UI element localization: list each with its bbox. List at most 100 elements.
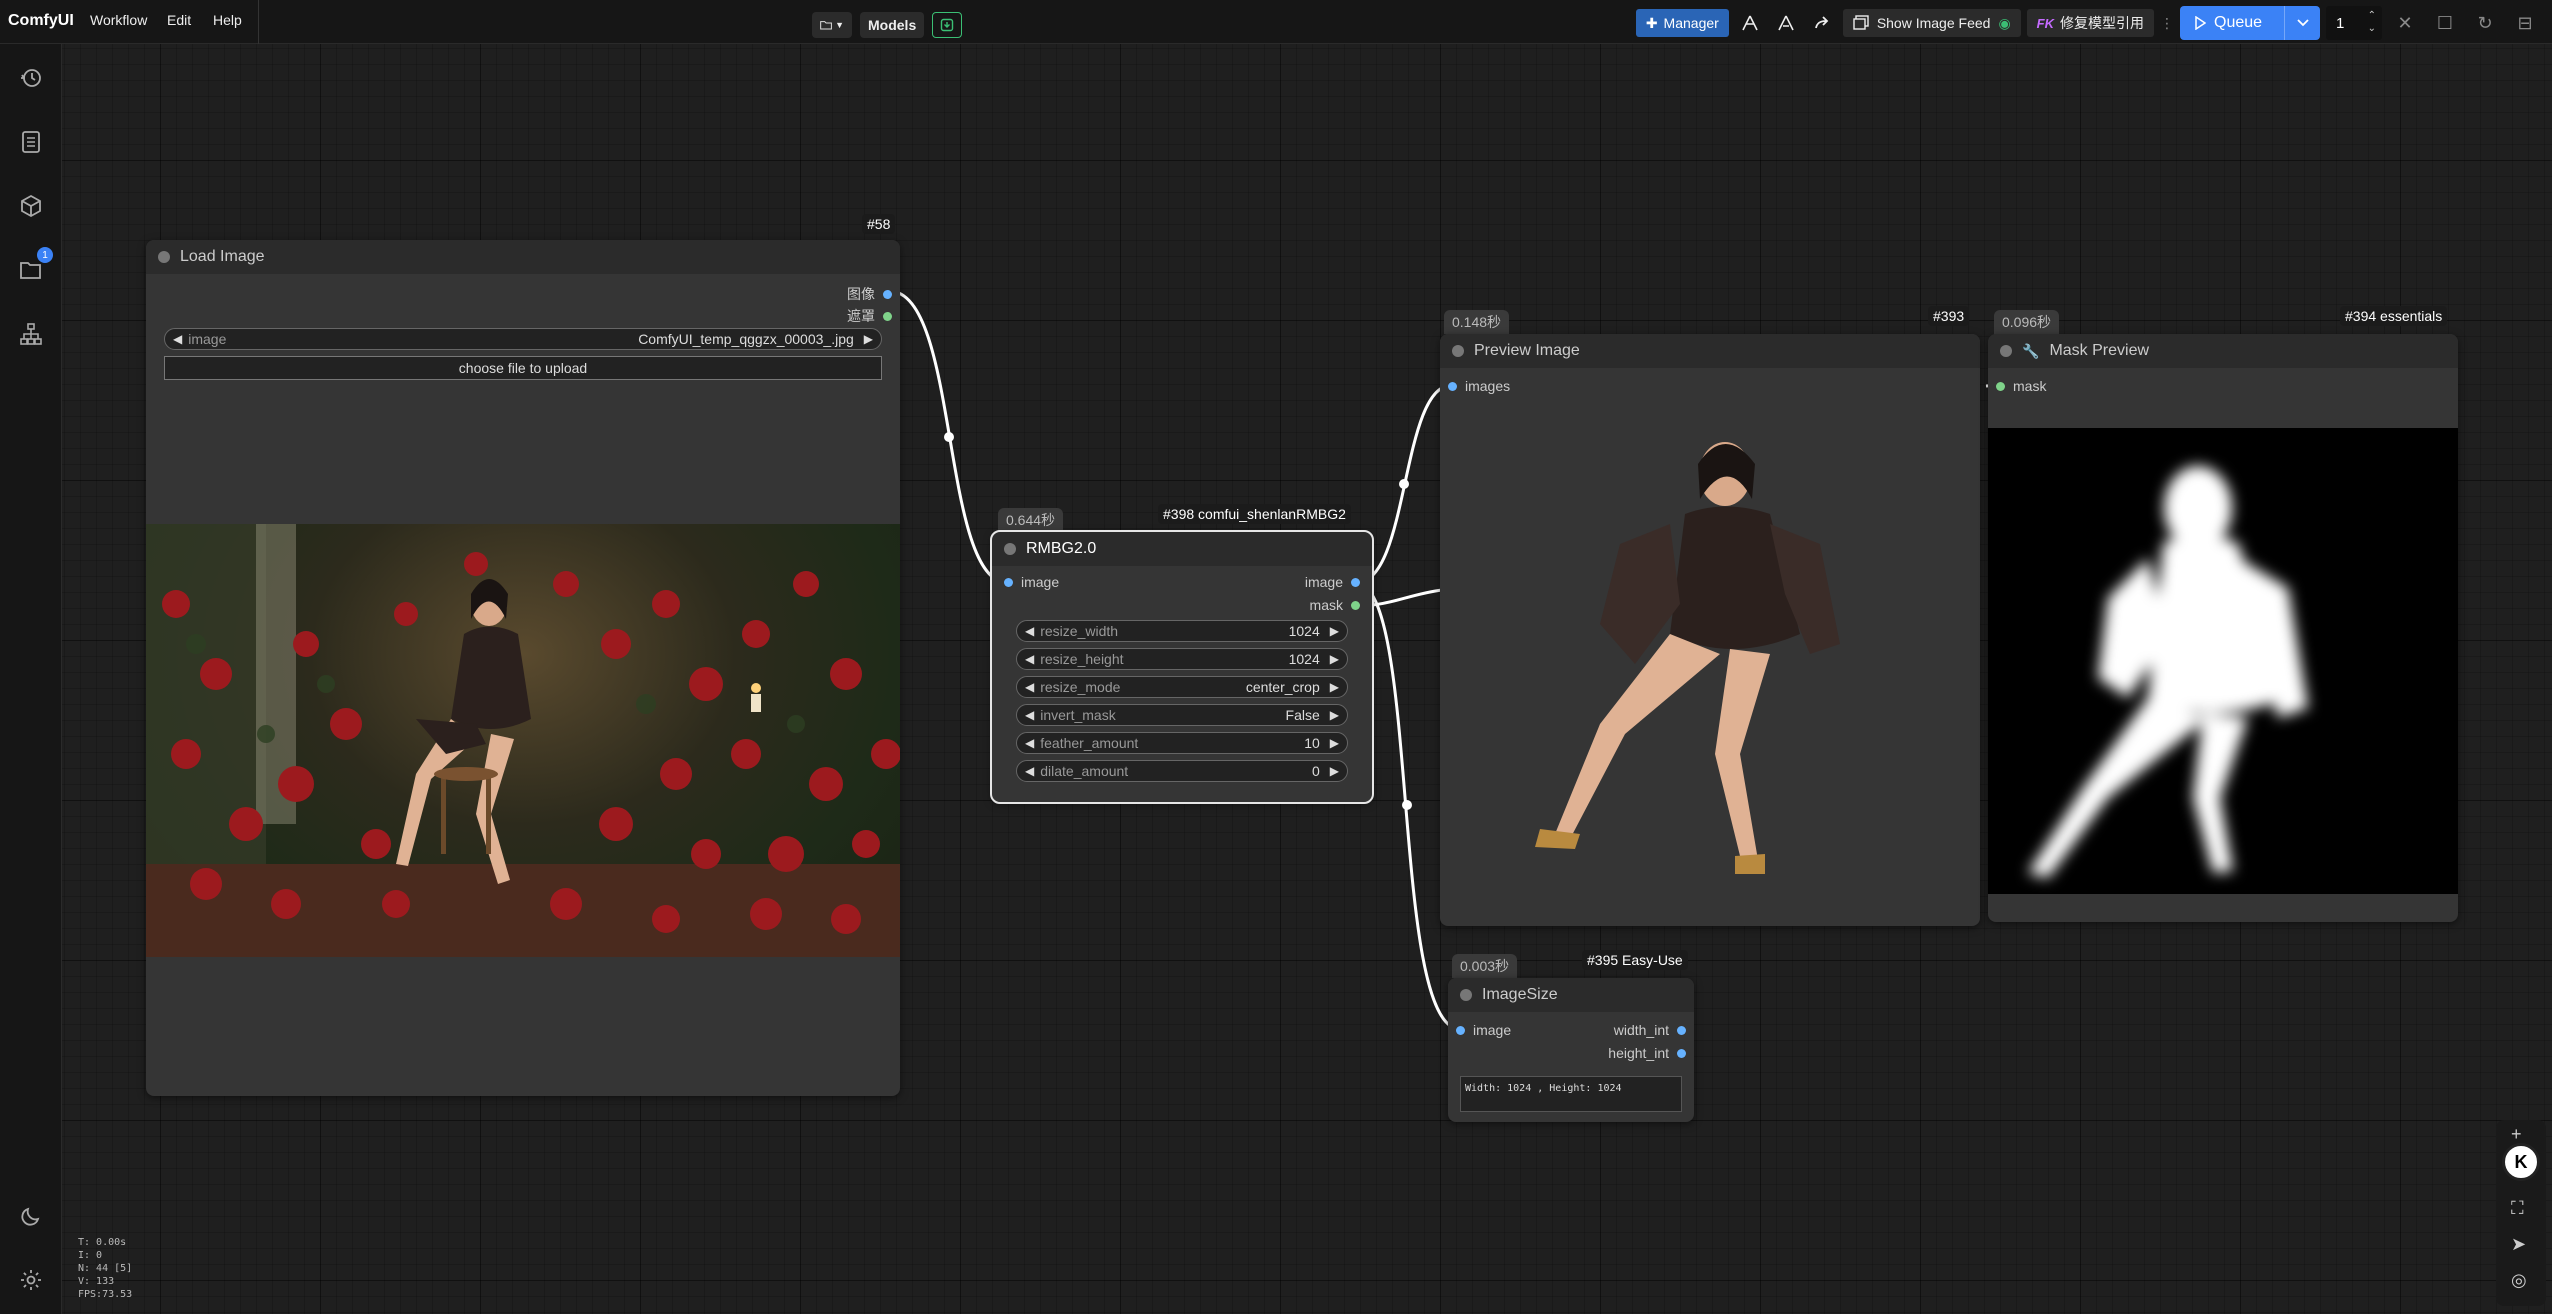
slot-dot[interactable]: [1004, 577, 1013, 587]
node-id-tag: #393: [1928, 306, 1970, 326]
slot-label: height_int: [1608, 1045, 1669, 1061]
node-id-tag: #58: [862, 214, 896, 234]
input-slot-images[interactable]: images: [1448, 378, 1510, 394]
arrow-left-icon[interactable]: ◀: [1025, 624, 1034, 638]
slot-label: image: [1304, 574, 1343, 590]
widget-value: 1024: [1288, 651, 1320, 667]
node-time: 0.096秒: [1994, 310, 2060, 334]
node-id-tag: #394 essentials: [2340, 306, 2448, 326]
fit-view-icon[interactable]: ⛶: [2511, 1198, 2524, 1219]
mask-preview-node[interactable]: 🔧 Mask Preview mask: [1988, 334, 2458, 922]
dilate-amount-widget[interactable]: ◀ dilate_amount 0 ▶: [1016, 760, 1348, 782]
widget-value: 0: [1311, 763, 1320, 779]
output-slot-width[interactable]: width_int: [1614, 1022, 1686, 1038]
k-logo-icon[interactable]: K: [2502, 1143, 2540, 1181]
slot-label: image: [1021, 574, 1060, 590]
widget-value: 1024: [1288, 623, 1320, 639]
slot-dot[interactable]: [1351, 600, 1360, 610]
invert-mask-widget[interactable]: ◀ invert_mask False ▶: [1016, 704, 1348, 726]
widget-label: resize_width: [1040, 623, 1119, 639]
node-time: 0.644秒: [998, 508, 1064, 532]
node-header[interactable]: 🔧 Mask Preview: [1988, 334, 2458, 368]
slot-dot[interactable]: [1456, 1025, 1465, 1035]
navigate-icon[interactable]: ➤: [2511, 1234, 2526, 1255]
slot-label: mask: [1309, 597, 1343, 613]
output-slot-image[interactable]: 图像: [847, 284, 892, 304]
arrow-left-icon[interactable]: ◀: [1025, 708, 1034, 722]
arrow-right-icon[interactable]: ▶: [1330, 736, 1339, 750]
node-title: Preview Image: [1474, 342, 1580, 359]
widget-value: False: [1285, 707, 1320, 723]
upload-button[interactable]: choose file to upload: [164, 356, 882, 380]
size-output-text[interactable]: Width: 1024 , Height: 1024: [1460, 1076, 1682, 1112]
node-title: Mask Preview: [2049, 342, 2150, 359]
node-header[interactable]: RMBG2.0: [992, 532, 1372, 566]
slot-dot[interactable]: [883, 289, 892, 299]
node-header[interactable]: Preview Image: [1440, 334, 1980, 368]
widget-label: feather_amount: [1040, 735, 1139, 751]
node-title: RMBG2.0: [1026, 540, 1097, 557]
widget-value: center_crop: [1245, 679, 1320, 695]
resize-width-widget[interactable]: ◀ resize_width 1024 ▶: [1016, 620, 1348, 642]
wrench-icon: 🔧: [2022, 342, 2040, 359]
node-title: ImageSize: [1482, 986, 1558, 1003]
input-slot-image[interactable]: image: [1456, 1022, 1511, 1038]
arrow-left-icon[interactable]: ◀: [1025, 680, 1034, 694]
slot-dot[interactable]: [883, 311, 892, 321]
resize-mode-widget[interactable]: ◀ resize_mode center_crop ▶: [1016, 676, 1348, 698]
collapse-dot[interactable]: [2000, 345, 2012, 357]
output-slot-image[interactable]: image: [1305, 574, 1360, 590]
widget-label: invert_mask: [1040, 707, 1116, 723]
resize-height-widget[interactable]: ◀ resize_height 1024 ▶: [1016, 648, 1348, 670]
widget-label: image: [188, 331, 227, 347]
zoom-in-icon[interactable]: +: [2511, 1124, 2522, 1145]
slot-dot[interactable]: [1677, 1048, 1686, 1058]
output-slot-height[interactable]: height_int: [1608, 1045, 1686, 1061]
collapse-dot[interactable]: [1460, 989, 1472, 1001]
arrow-left-icon[interactable]: ◀: [1025, 736, 1034, 750]
slot-label: mask: [2013, 378, 2047, 394]
node-header[interactable]: ImageSize: [1448, 978, 1694, 1012]
arrow-right-icon[interactable]: ▶: [1330, 652, 1339, 666]
slot-dot[interactable]: [1996, 381, 2005, 391]
input-slot-image[interactable]: image: [1004, 574, 1059, 590]
node-title: Load Image: [180, 248, 265, 265]
slot-dot[interactable]: [1677, 1025, 1686, 1035]
arrow-right-icon[interactable]: ▶: [1330, 764, 1339, 778]
rmbg-node[interactable]: RMBG2.0 image image mask ◀ resize_width …: [990, 530, 1374, 804]
loaded-image-preview: [146, 524, 900, 957]
arrow-left-icon[interactable]: ◀: [1025, 764, 1034, 778]
arrow-right-icon[interactable]: ▶: [1330, 624, 1339, 638]
eye-icon[interactable]: ◎: [2511, 1270, 2527, 1291]
node-id-tag: #395 Easy-Use: [1582, 950, 1688, 970]
slot-label: 遮罩: [847, 308, 875, 324]
image-size-node[interactable]: ImageSize image width_int height_int Wid…: [1448, 978, 1694, 1122]
node-id-tag: #398 comfui_shenlanRMBG2: [1158, 504, 1351, 524]
widget-label: resize_height: [1040, 651, 1124, 667]
widget-label: resize_mode: [1040, 679, 1121, 695]
image-combo-widget[interactable]: ◀ image ComfyUI_temp_qggzx_00003_.jpg ▶: [164, 328, 882, 350]
arrow-right-icon[interactable]: ▶: [1330, 680, 1339, 694]
slot-label: 图像: [847, 286, 875, 302]
collapse-dot[interactable]: [1004, 543, 1016, 555]
widget-value: ComfyUI_temp_qggzx_00003_.jpg: [638, 331, 854, 347]
mask-image: [1988, 428, 2458, 894]
slot-dot[interactable]: [1448, 381, 1457, 391]
arrow-right-icon[interactable]: ▶: [1330, 708, 1339, 722]
output-slot-mask[interactable]: mask: [1310, 597, 1360, 613]
collapse-dot[interactable]: [1452, 345, 1464, 357]
node-header[interactable]: Load Image: [146, 240, 900, 274]
widget-value: 10: [1304, 735, 1320, 751]
collapse-dot[interactable]: [158, 251, 170, 263]
slot-dot[interactable]: [1351, 577, 1360, 587]
preview-image-node[interactable]: Preview Image images: [1440, 334, 1980, 926]
slot-label: image: [1473, 1022, 1512, 1038]
output-slot-mask[interactable]: 遮罩: [847, 306, 892, 326]
input-slot-mask[interactable]: mask: [1996, 378, 2046, 394]
arrow-left-icon[interactable]: ◀: [1025, 652, 1034, 666]
arrow-left-icon[interactable]: ◀: [173, 332, 182, 346]
load-image-node[interactable]: Load Image 图像 遮罩 ◀ image ComfyUI_temp_qg…: [146, 240, 900, 1096]
node-time: 0.003秒: [1452, 954, 1518, 978]
feather-amount-widget[interactable]: ◀ feather_amount 10 ▶: [1016, 732, 1348, 754]
arrow-right-icon[interactable]: ▶: [864, 332, 873, 346]
